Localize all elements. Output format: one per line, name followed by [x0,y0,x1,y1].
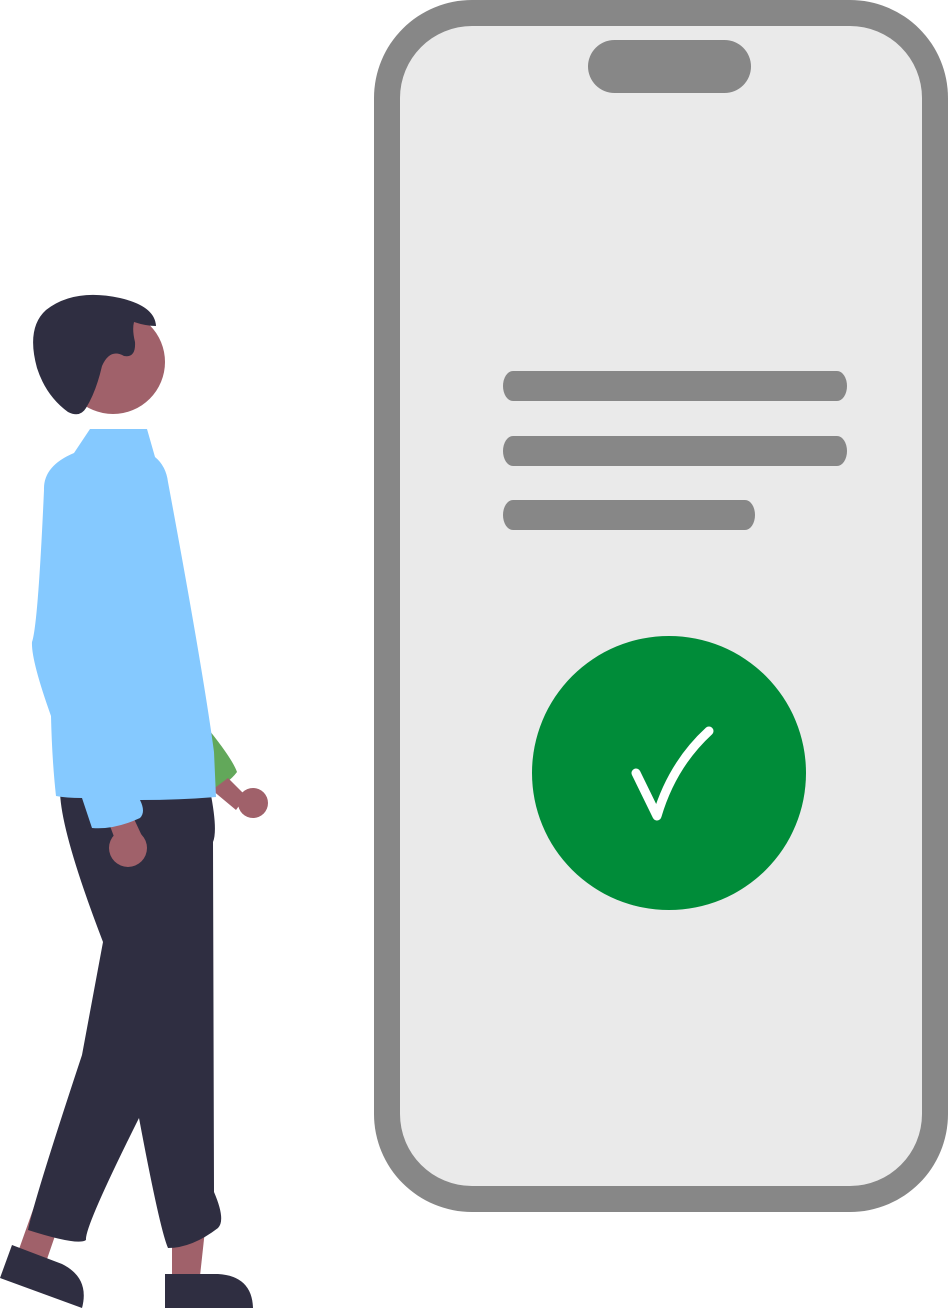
smartphone [374,0,948,1212]
placeholder-line-1 [503,371,847,401]
person-right-hand [238,788,268,818]
person-left-hand [109,829,147,867]
phone-screen [400,26,922,1186]
placeholder-line-2 [503,436,847,466]
person-front-shoe [165,1274,253,1308]
confirmation-illustration [0,0,948,1308]
placeholder-line-3 [503,500,755,530]
person-shirt [31,429,217,829]
phone-notch [588,40,751,93]
check-circle [532,636,806,910]
success-badge [532,636,806,910]
standing-person [0,294,268,1308]
